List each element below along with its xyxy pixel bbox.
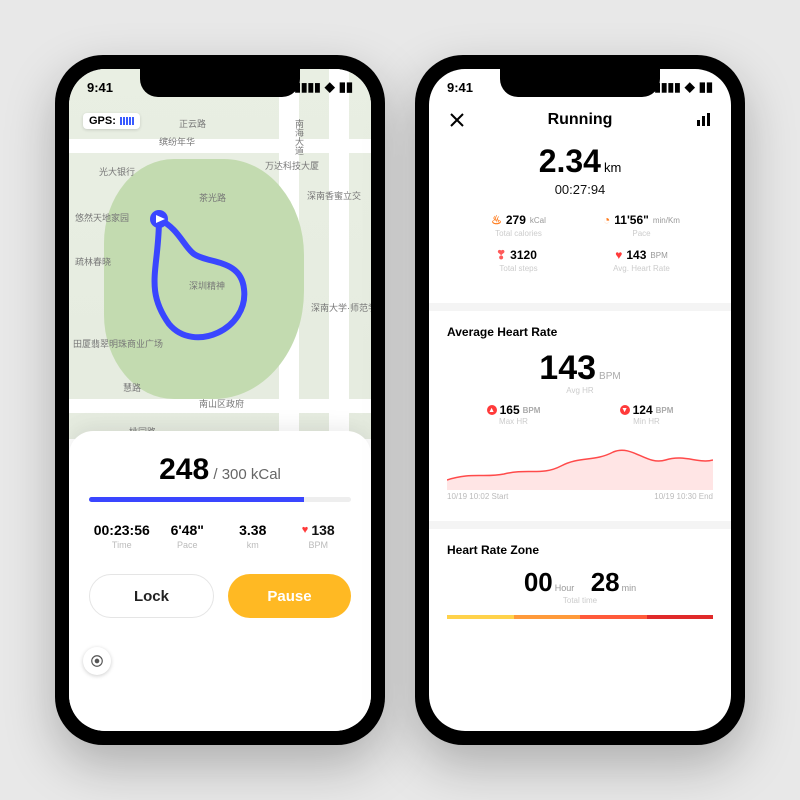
- action-buttons: Lock Pause: [89, 574, 351, 618]
- stat-distance: 3.38km: [220, 522, 286, 550]
- close-icon: [449, 112, 465, 128]
- run-summary: 2.34km 00:27:94 ♨279kCal Total calories …: [429, 139, 731, 289]
- hr-chart: [447, 432, 713, 490]
- tracking-panel: 248 / 300 kCal 00:23:56Time 6'48"Pace 3.…: [69, 431, 371, 731]
- map-label: 正云路: [179, 117, 206, 130]
- calorie-progress: 248 / 300 kCal: [89, 453, 351, 487]
- map-label: 茶光路: [199, 191, 226, 204]
- distance: 2.34km: [449, 143, 711, 180]
- zone-total-time: 00Hour 28min Total time: [447, 567, 713, 605]
- gps-indicator: GPS:: [83, 113, 140, 129]
- wifi-icon: ◆: [325, 79, 335, 95]
- zone-seg: [514, 615, 581, 619]
- page-title: Running: [467, 111, 693, 129]
- section-divider: [429, 303, 731, 311]
- map-label: 南山区政府: [199, 397, 244, 410]
- recenter-button[interactable]: [83, 647, 111, 675]
- status-indicators: ▮▮▮▮ ◆ ▮▮: [294, 79, 353, 95]
- avg-hr-card: Average Heart Rate 143BPM Avg HR ▲165BPM…: [429, 311, 731, 507]
- zone-bar: [447, 615, 713, 619]
- phone-left: 9:41 ▮▮▮▮ ◆ ▮▮ 正云路 缤纷年华 南海大道 深南香蜜立交 深南大学…: [55, 55, 385, 745]
- axis-end: 10/19 10:30 End: [654, 492, 713, 501]
- run-route: [139, 209, 269, 349]
- min-hr: ▼124BPM Min HR: [620, 403, 674, 426]
- pause-button[interactable]: Pause: [228, 574, 351, 618]
- notch: [500, 69, 660, 97]
- close-button[interactable]: [447, 112, 467, 128]
- status-time: 9:41: [87, 80, 113, 95]
- metric-grid: ♨279kCal Total calories ◔11'56"min/Km Pa…: [449, 213, 711, 273]
- lock-button[interactable]: Lock: [89, 574, 214, 618]
- clock-icon: ◔: [603, 213, 610, 227]
- chart-axis: 10/19 10:02 Start 10/19 10:30 End: [447, 492, 713, 501]
- map-view[interactable]: 正云路 缤纷年华 南海大道 深南香蜜立交 深南大学·师范学 万达科技大厦 光大银…: [69, 69, 371, 469]
- progress-fill: [89, 497, 304, 502]
- zone-seg: [447, 615, 514, 619]
- steps-icon: ❣: [496, 248, 506, 262]
- hr-zone-card: Heart Rate Zone 00Hour 28min Total time: [429, 529, 731, 625]
- map-label: 深南大学·师范学: [311, 301, 371, 314]
- map-label: 缤纷年华: [159, 135, 195, 148]
- calories-goal: 300 kCal: [222, 466, 281, 483]
- stat-pace: 6'48"Pace: [155, 522, 221, 550]
- locate-icon: [90, 654, 104, 668]
- zone-seg: [580, 615, 647, 619]
- status-indicators: ▮▮▮▮ ◆ ▮▮: [654, 79, 713, 95]
- metric-pace: ◔11'56"min/Km Pace: [584, 213, 699, 238]
- map-label: 慧路: [123, 381, 141, 394]
- map-label: 疏林春晓: [75, 255, 111, 268]
- phone-right: 9:41 ▮▮▮▮ ◆ ▮▮ Running 2.34km 00:27:94: [415, 55, 745, 745]
- stat-time: 00:23:56Time: [89, 522, 155, 550]
- screen-summary: 9:41 ▮▮▮▮ ◆ ▮▮ Running 2.34km 00:27:94: [429, 69, 731, 731]
- battery-icon: ▮▮: [699, 79, 713, 95]
- metric-avg-hr: ♥143BPM Avg. Heart Rate: [584, 248, 699, 273]
- metric-calories: ♨279kCal Total calories: [461, 213, 576, 238]
- gps-label: GPS:: [89, 115, 116, 127]
- hr-minmax-row: ▲165BPM Max HR ▼124BPM Min HR: [447, 403, 713, 426]
- map-label: 深南香蜜立交: [307, 189, 361, 202]
- map-label: 光大银行: [99, 165, 135, 178]
- map-road: [69, 139, 371, 153]
- stat-heart-rate: ♥138BPM: [286, 522, 352, 550]
- stats-button[interactable]: [693, 112, 713, 128]
- stat-row: 00:23:56Time 6'48"Pace 3.38km ♥138BPM: [89, 522, 351, 550]
- hr-zone-title: Heart Rate Zone: [447, 543, 713, 557]
- calories-current: 248: [159, 453, 209, 486]
- axis-start: 10/19 10:02 Start: [447, 492, 508, 501]
- screen-tracking: 9:41 ▮▮▮▮ ◆ ▮▮ 正云路 缤纷年华 南海大道 深南香蜜立交 深南大学…: [69, 69, 371, 731]
- down-arrow-icon: ▼: [620, 405, 630, 415]
- chart-icon: [695, 112, 711, 128]
- metric-steps: ❣3120 Total steps: [461, 248, 576, 273]
- heart-icon: ♥: [615, 248, 622, 262]
- zone-seg: [647, 615, 714, 619]
- flame-icon: ♨: [491, 213, 502, 227]
- map-label: 南海大道: [293, 119, 306, 155]
- status-time: 9:41: [447, 80, 473, 95]
- progress-bar: [89, 497, 351, 502]
- up-arrow-icon: ▲: [487, 405, 497, 415]
- gps-bars-icon: [120, 117, 134, 125]
- avg-hr-title: Average Heart Rate: [447, 325, 713, 339]
- summary-header: Running: [429, 105, 731, 139]
- max-hr: ▲165BPM Max HR: [487, 403, 541, 426]
- heart-icon: ♥: [302, 524, 309, 536]
- duration: 00:27:94: [449, 182, 711, 197]
- battery-icon: ▮▮: [339, 79, 353, 95]
- section-divider: [429, 521, 731, 529]
- avg-hr-value: 143BPM Avg HR: [447, 349, 713, 395]
- calories-sep: /: [209, 466, 222, 483]
- map-label: 悠然天地家园: [75, 211, 129, 224]
- wifi-icon: ◆: [685, 79, 695, 95]
- notch: [140, 69, 300, 97]
- map-label: 万达科技大厦: [265, 159, 319, 172]
